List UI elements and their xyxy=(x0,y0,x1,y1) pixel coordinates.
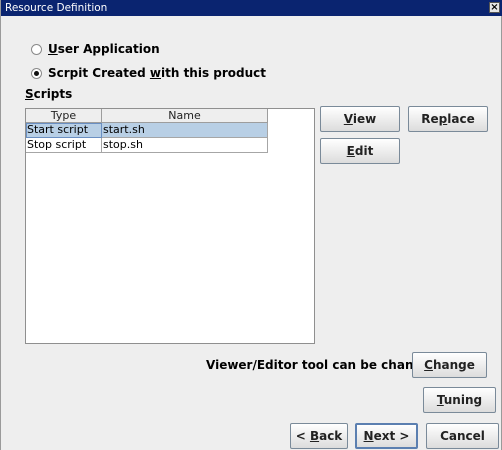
edit-button[interactable]: Edit xyxy=(320,138,400,164)
title-bar: Resource Definition × xyxy=(1,0,502,16)
user-application-label: User Application xyxy=(48,42,160,56)
column-header-name[interactable]: Name xyxy=(102,109,268,123)
script-created-option[interactable]: Scrpit Created with this product xyxy=(31,64,266,82)
script-created-label: Scrpit Created with this product xyxy=(48,66,267,80)
scripts-table[interactable]: Type Name Start script start.sh Stop scr… xyxy=(25,108,315,344)
tuning-button[interactable]: Tuning xyxy=(423,387,496,413)
column-header-type[interactable]: Type xyxy=(26,109,102,123)
cancel-button[interactable]: Cancel xyxy=(426,423,499,449)
user-application-option[interactable]: User Application xyxy=(31,40,160,58)
table-row[interactable]: Stop script stop.sh xyxy=(26,138,268,153)
row-type-cell: Start script xyxy=(26,123,102,138)
resource-definition-dialog: Resource Definition × User Application S… xyxy=(0,0,502,450)
change-button[interactable]: Change xyxy=(412,352,487,378)
row-name-cell: stop.sh xyxy=(102,138,268,153)
row-type-cell: Stop script xyxy=(26,138,102,153)
back-button[interactable]: < Back xyxy=(290,423,348,449)
next-button[interactable]: Next > xyxy=(355,423,418,449)
scripts-section-label: Scripts xyxy=(25,87,73,101)
view-button[interactable]: View xyxy=(320,106,400,132)
table-header: Type Name xyxy=(26,109,268,123)
replace-button[interactable]: Replace xyxy=(408,106,488,132)
table-row[interactable]: Start script start.sh xyxy=(26,123,268,138)
user-application-radio[interactable] xyxy=(31,43,42,55)
row-name-cell: start.sh xyxy=(102,123,268,138)
window-title: Resource Definition xyxy=(5,2,108,14)
script-created-radio[interactable] xyxy=(31,67,42,79)
viewer-editor-note: Viewer/Editor tool can be changed xyxy=(206,358,439,372)
close-icon[interactable]: × xyxy=(489,2,500,13)
